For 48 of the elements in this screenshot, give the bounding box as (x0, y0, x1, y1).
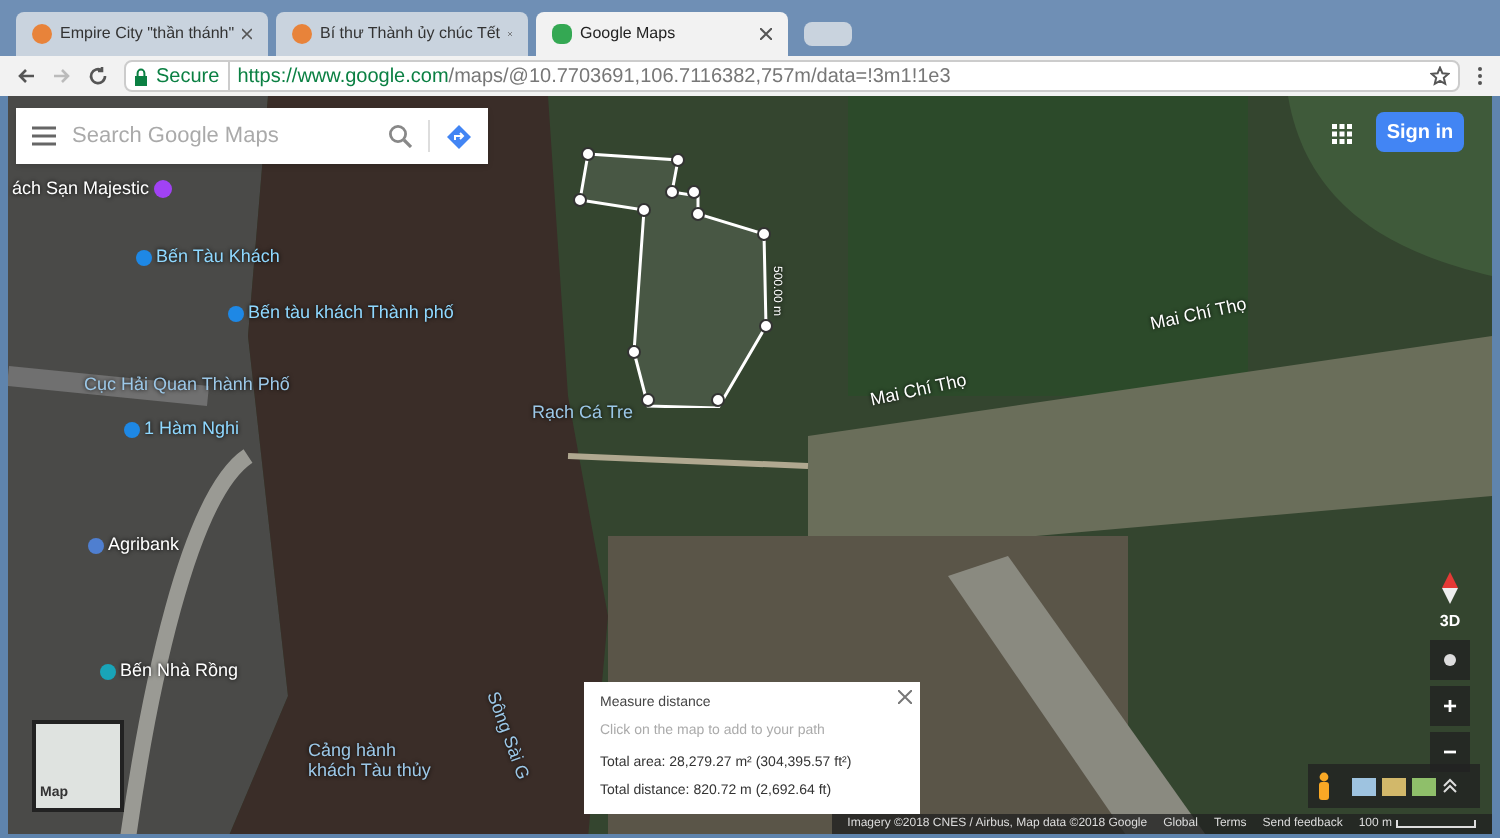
apps-grid-icon[interactable] (1332, 124, 1352, 144)
satellite-map[interactable] (8, 96, 1492, 834)
scale-bar (1396, 820, 1476, 828)
map-label: Bến Tàu Khách (156, 244, 280, 270)
location-button[interactable] (1430, 640, 1470, 680)
close-icon[interactable] (760, 28, 772, 40)
browser-tab[interactable]: Bí thư Thành ủy chúc Tết (276, 12, 528, 56)
directions-icon[interactable] (446, 123, 472, 149)
search-input[interactable]: Search Google Maps (72, 119, 372, 153)
location-icon (1442, 652, 1458, 668)
url-field[interactable]: Secure https://www.google.com/maps/@10.7703691,106.7116382,757m/data=!3m1!1e3 (124, 60, 1460, 92)
lock-icon (134, 67, 148, 85)
search-field[interactable]: Search Google Maps (16, 108, 488, 164)
zoom-in-button[interactable]: + (1430, 686, 1470, 726)
road-label: Mai Chí Thọ (868, 367, 970, 414)
map-label: Cục Hải Quan Thành Phố (84, 372, 290, 398)
favicon-icon (32, 24, 52, 44)
road-label: Mai Chí Thọ (1148, 291, 1250, 338)
map-label: Agribank (108, 532, 180, 558)
compass-icon[interactable] (1438, 572, 1462, 604)
map-label: Bến Nhà Rồng (120, 658, 239, 684)
sign-in-button[interactable]: Sign in (1376, 112, 1464, 152)
browser-tab[interactable]: Google Maps (536, 12, 788, 56)
map-label: 1 Hàm Nghi (144, 416, 240, 442)
menu-icon[interactable] (1476, 66, 1484, 86)
url-text: https://www.google.com/maps/@10.7703691,106.7116382,757m/data=!3m1!1e3 (237, 63, 951, 91)
back-icon[interactable] (16, 66, 36, 86)
map-label: Bến tàu khách Thành phố (248, 300, 454, 326)
map-label: Rạch Cá Tre (532, 400, 634, 426)
browser-tab[interactable]: Empire City "thần thánh" (16, 12, 268, 56)
pegman-icon[interactable] (1316, 772, 1332, 800)
imagery-thumbnail[interactable] (1352, 777, 1376, 795)
favicon-icon (552, 24, 572, 44)
map-label: ách Sạn Majestic (12, 176, 150, 202)
map-label: Cảng hành khách Tàu thủy (308, 740, 433, 780)
reload-icon[interactable] (88, 66, 108, 86)
secure-label: Secure (156, 61, 230, 91)
imagery-thumbnail[interactable] (1412, 777, 1436, 795)
search-icon[interactable] (388, 124, 412, 148)
star-icon[interactable] (1430, 66, 1450, 86)
menu-icon[interactable] (32, 126, 56, 146)
tilt-button[interactable]: 3D (1439, 610, 1461, 634)
map-label: Sông Sài G (481, 688, 536, 784)
close-icon[interactable] (242, 28, 252, 40)
close-icon[interactable] (898, 690, 912, 704)
imagery-thumbnail[interactable] (1382, 777, 1406, 795)
expand-icon[interactable] (1442, 778, 1458, 794)
favicon-icon (292, 24, 312, 44)
